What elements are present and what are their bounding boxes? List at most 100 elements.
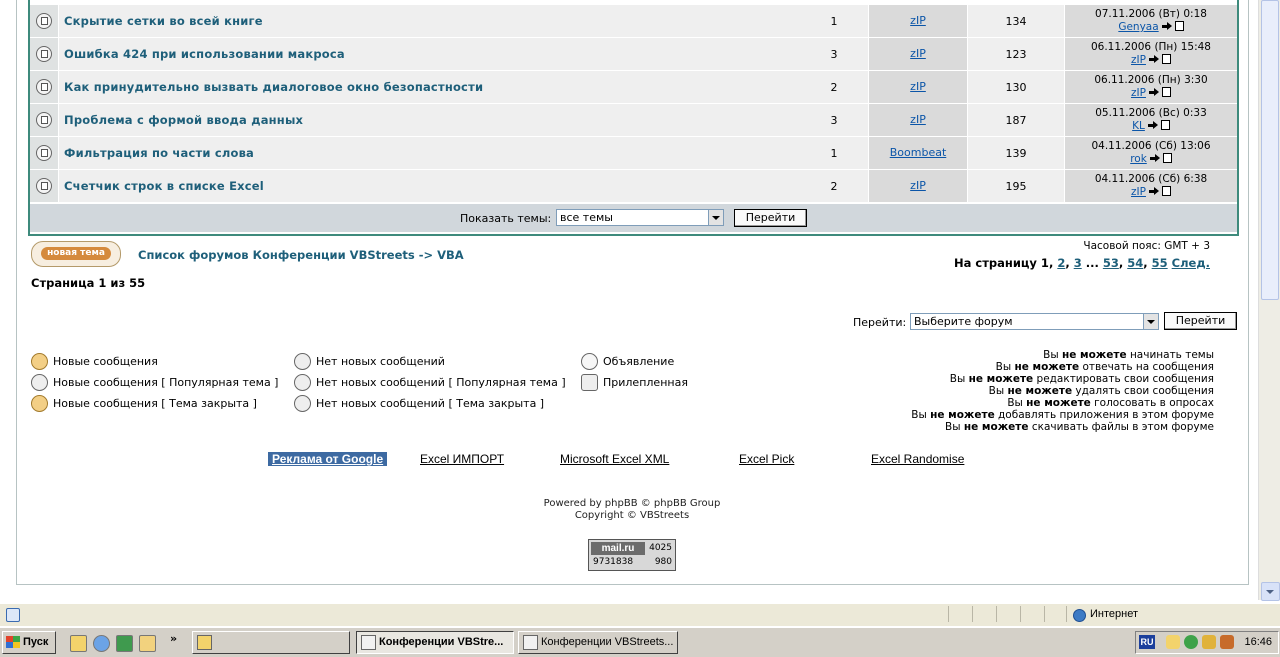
mailru-counter[interactable]: mail.ru 4025 9731838 980 — [588, 539, 676, 571]
chevron-down-icon[interactable] — [1143, 314, 1158, 329]
excel-icon[interactable] — [116, 635, 133, 652]
vertical-scrollbar[interactable] — [1258, 0, 1280, 601]
topic-filter-value: все темы — [560, 211, 613, 224]
filter-go-button[interactable]: Перейти — [734, 209, 807, 227]
taskbar-window-active[interactable]: Конференции VBStre... — [356, 631, 514, 654]
goto-last-post-icon[interactable] — [1147, 121, 1160, 130]
topic-row: Как принудительно вызвать диалоговое окн… — [30, 71, 1237, 104]
windows-logo-icon — [6, 636, 20, 648]
goto-last-post-icon[interactable] — [1148, 88, 1161, 97]
chevron-down-icon[interactable] — [708, 210, 723, 225]
topic-views-cell: 187 — [968, 104, 1065, 137]
permission-pre: Вы — [995, 361, 1012, 373]
ad-link-excel-pick[interactable]: Excel Pick — [739, 452, 794, 466]
last-post-date: 06.11.2006 (Пн) 15:48 — [1090, 41, 1211, 53]
topic-author-link[interactable]: zIP — [869, 80, 967, 93]
language-indicator[interactable]: RU — [1139, 635, 1155, 649]
topic-replies: 1 — [830, 147, 838, 160]
topic-author-link[interactable]: zIP — [869, 113, 967, 126]
last-post-user-link[interactable]: zIP — [1131, 186, 1146, 198]
page-icon[interactable] — [1161, 186, 1171, 196]
permission-line: Вы не можете скачивать файлы в этом фору… — [911, 421, 1214, 433]
last-post-user-link[interactable]: rok — [1130, 153, 1147, 165]
goto-last-post-icon[interactable] — [1149, 154, 1162, 163]
topic-title-link[interactable]: Ошибка 424 при использовании макроса — [64, 47, 345, 61]
globe-icon — [1073, 609, 1086, 622]
permission-post: голосовать в опросах — [1094, 397, 1214, 409]
next-page-link[interactable]: След. — [1172, 256, 1210, 270]
forum-jump-select[interactable]: Выберите форум — [910, 313, 1159, 330]
page-icon[interactable] — [1174, 21, 1184, 31]
last-post-user-link[interactable]: Genyaa — [1118, 21, 1158, 33]
last-post-user-link[interactable]: zIP — [1131, 87, 1146, 99]
topic-author-cell: zIP — [869, 104, 968, 137]
pagination-ellipsis: ... — [1085, 256, 1099, 270]
page-icon[interactable] — [1161, 87, 1171, 97]
taskbar-window[interactable]: Конференции VBStreets... — [518, 631, 678, 654]
ad-link-excel-randomise[interactable]: Excel Randomise — [871, 452, 964, 466]
permission-line: Вы не можете удалять свои сообщения — [911, 385, 1214, 397]
last-post-user-link[interactable]: zIP — [1131, 54, 1146, 66]
counter-value-2: 9731838 — [593, 557, 634, 567]
clover-icon[interactable] — [1184, 635, 1198, 649]
start-button[interactable]: Пуск — [2, 631, 56, 654]
page-link-55[interactable]: 55 — [1152, 256, 1168, 270]
start-label: Пуск — [23, 636, 49, 648]
page-link-54[interactable]: 54 — [1127, 256, 1143, 270]
topic-icon-cell — [30, 170, 59, 203]
goto-last-post-icon[interactable] — [1161, 22, 1174, 31]
goto-last-post-icon[interactable] — [1148, 55, 1161, 64]
topic-title-link[interactable]: Счетчик строк в списке Excel — [64, 179, 264, 193]
breadcrumb[interactable]: Список форумов Конференции VBStreets -> … — [138, 248, 464, 262]
topic-status-icon — [36, 13, 52, 29]
topic-filter-select[interactable]: все темы — [556, 209, 724, 226]
page-icon[interactable] — [1161, 54, 1171, 64]
google-ads-label[interactable]: Реклама от Google — [268, 452, 388, 466]
taskbar-empty-window[interactable] — [192, 631, 350, 654]
permission-post: редактировать свои сообщения — [1036, 373, 1214, 385]
page-link-2[interactable]: 2 — [1057, 256, 1065, 270]
tray-icon[interactable] — [1166, 635, 1180, 649]
ad-link-excel-import[interactable]: Excel ИМПОРТ — [420, 452, 504, 466]
topic-last-post-cell: 07.11.2006 (Вт) 0:18 Genyaa — [1065, 5, 1237, 38]
permission-pre: Вы — [945, 421, 961, 433]
topic-title-link[interactable]: Проблема с формой ввода данных — [64, 113, 303, 127]
page-icon[interactable] — [1162, 153, 1172, 163]
last-post-date: 04.11.2006 (Сб) 6:38 — [1094, 173, 1208, 185]
topic-author-link[interactable]: Boombeat — [869, 146, 967, 159]
topic-title-link[interactable]: Скрытие сетки во всей книге — [64, 14, 263, 28]
last-post-user: KL — [1065, 120, 1237, 132]
permission-bold: не можете — [1014, 361, 1080, 373]
topic-title-link[interactable]: Как принудительно вызвать диалоговое окн… — [64, 80, 483, 94]
topic-icon-cell — [30, 71, 59, 104]
goto-last-post-icon[interactable] — [1148, 187, 1161, 196]
topic-views-cell: 134 — [968, 5, 1065, 38]
ie-icon[interactable] — [93, 635, 110, 652]
announcement-icon — [581, 353, 598, 370]
status-divider — [1020, 606, 1021, 622]
ad-link-excel-xml[interactable]: Microsoft Excel XML — [560, 452, 669, 466]
tray-icon[interactable] — [1220, 635, 1234, 649]
tray-icon[interactable] — [1202, 635, 1216, 649]
topic-author-link[interactable]: zIP — [869, 14, 967, 27]
topic-author-link[interactable]: zIP — [869, 179, 967, 192]
topic-status-icon — [36, 112, 52, 128]
quicklaunch-icon[interactable] — [70, 635, 87, 652]
folder-icon[interactable] — [139, 635, 156, 652]
chevron-right-icon[interactable]: » — [170, 632, 177, 645]
page-icon[interactable] — [1160, 120, 1170, 130]
topic-replies: 3 — [830, 114, 838, 127]
page-link-53[interactable]: 53 — [1103, 256, 1119, 270]
browser-viewport: Скрытие сетки во всей книге 1 zIP 134 07.11.… — [0, 0, 1258, 600]
topic-author-link[interactable]: zIP — [869, 47, 967, 60]
scroll-thumb[interactable] — [1261, 0, 1279, 300]
topic-row: Счетчик строк в списке Excel 2 zIP 195 04.11… — [30, 170, 1237, 203]
last-post-user-link[interactable]: KL — [1132, 120, 1145, 132]
page-link-3[interactable]: 3 — [1074, 256, 1082, 270]
topic-replies-cell: 2 — [800, 170, 869, 203]
new-posts-hot-icon — [31, 374, 48, 391]
scroll-down-icon[interactable] — [1261, 582, 1280, 601]
topic-title-link[interactable]: Фильтрация по части слова — [64, 146, 254, 160]
new-topic-button[interactable]: новая тема — [31, 241, 121, 267]
forum-jump-button[interactable]: Перейти — [1164, 312, 1237, 330]
